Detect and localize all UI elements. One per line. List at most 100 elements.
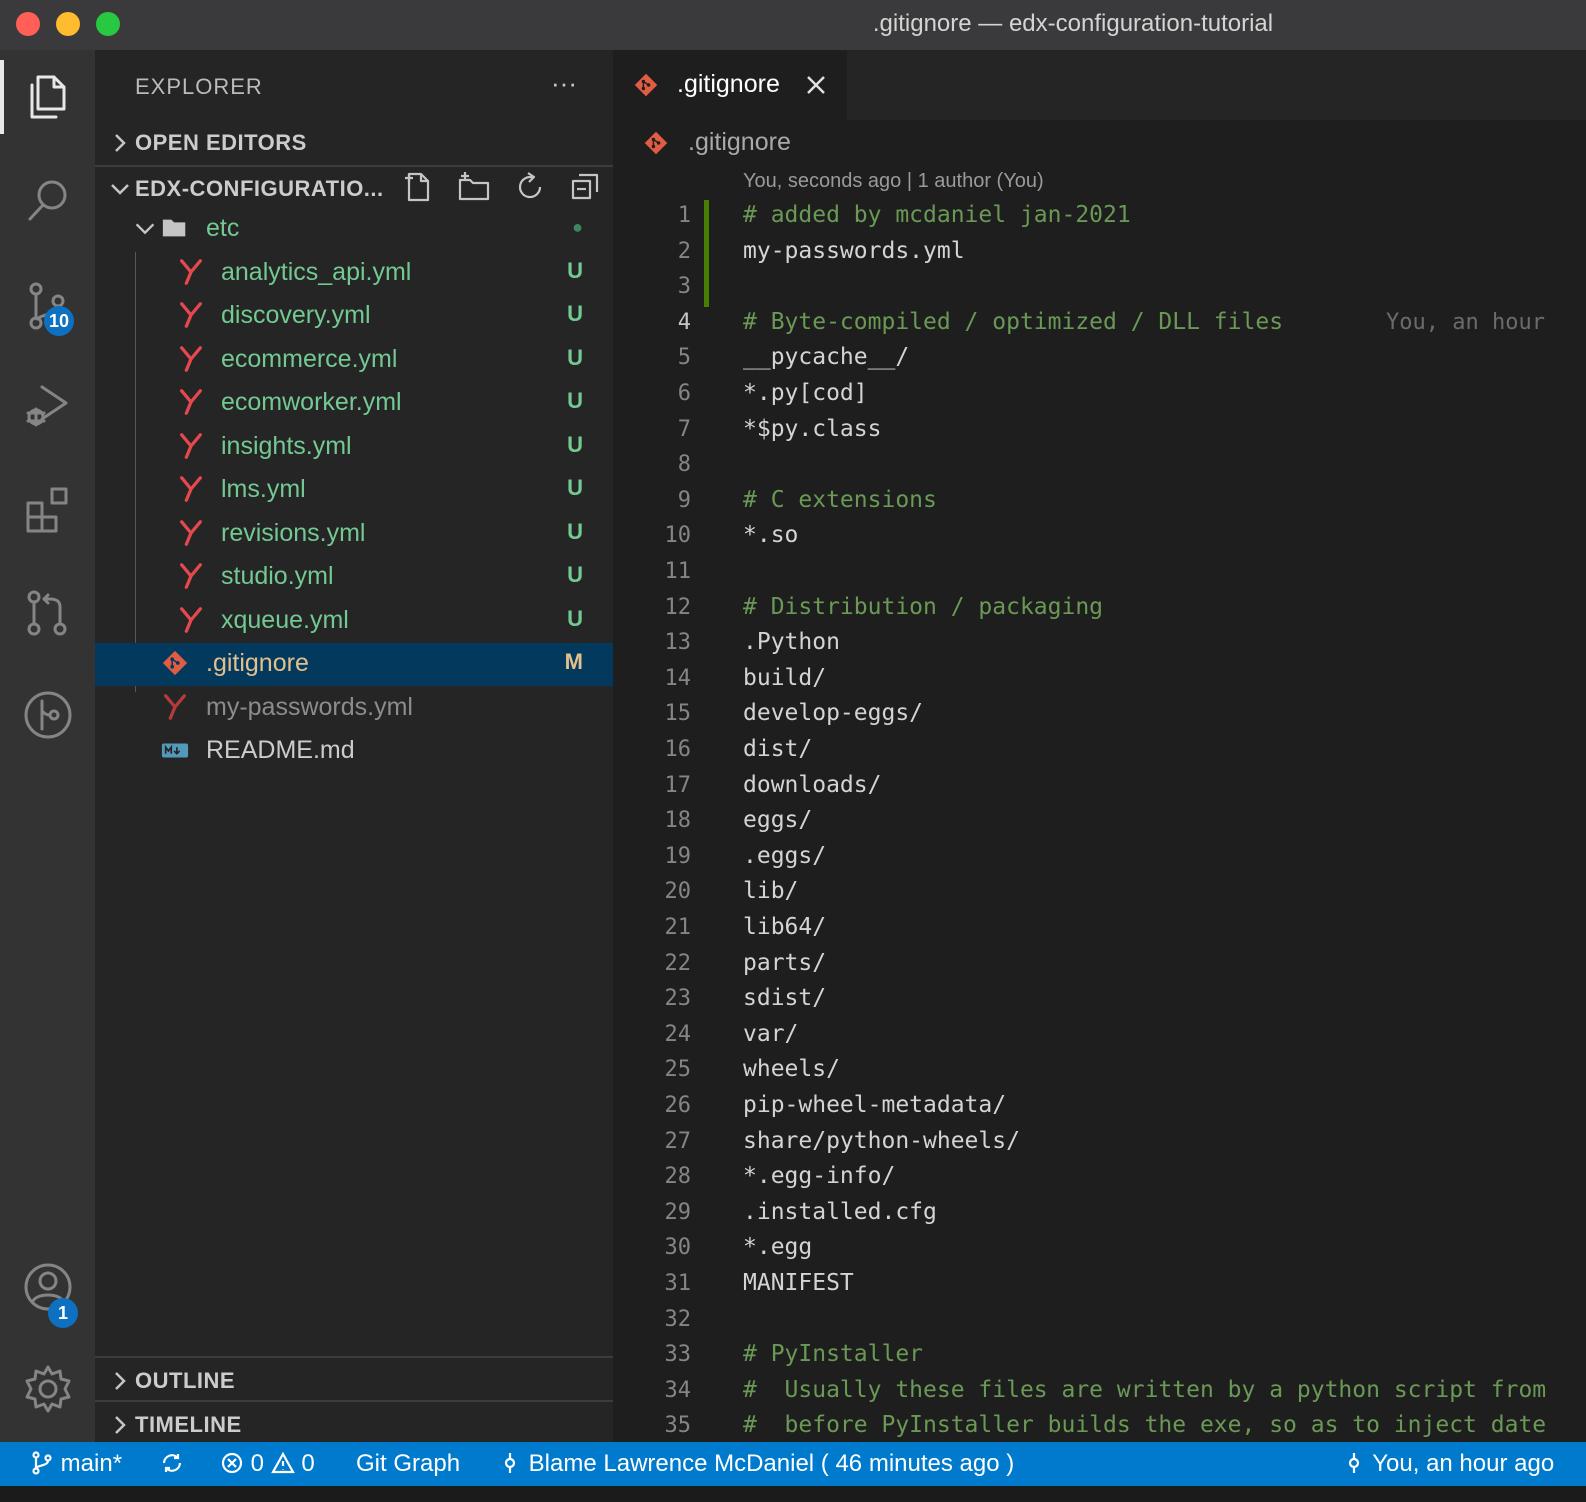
code-line[interactable]: 15 develop-eggs/: [613, 698, 1586, 734]
zoom-window-button[interactable]: [96, 12, 120, 36]
code-line[interactable]: 19 .eggs/: [613, 841, 1586, 877]
extensions-icon[interactable]: [0, 464, 95, 554]
code-line[interactable]: 21 lib64/: [613, 912, 1586, 948]
untracked-status: U: [567, 432, 583, 457]
run-debug-icon[interactable]: [0, 360, 95, 450]
tree-file-studio[interactable]: studio.yml U: [95, 556, 613, 599]
code-text: .Python: [743, 629, 840, 656]
tree-file-lms[interactable]: lms.yml U: [95, 469, 613, 512]
close-icon[interactable]: [803, 72, 829, 98]
code-line[interactable]: 11: [613, 556, 1586, 592]
code-text: sdist/: [743, 985, 827, 1012]
code-line[interactable]: 30 *.egg: [613, 1232, 1586, 1268]
chevron-right-icon: [107, 1368, 133, 1394]
code-line[interactable]: 27 share/python-wheels/: [613, 1126, 1586, 1162]
minimize-window-button[interactable]: [56, 12, 80, 36]
code-line[interactable]: 23 sdist/: [613, 983, 1586, 1019]
code-line[interactable]: 25 wheels/: [613, 1054, 1586, 1090]
branch-indicator[interactable]: main*: [30, 1442, 122, 1486]
code-line[interactable]: 2 my-passwords.yml: [613, 236, 1586, 272]
activity-bar: 10 1: [0, 50, 95, 1460]
code-line[interactable]: 5 __pycache__/: [613, 342, 1586, 378]
code-line[interactable]: 34 # Usually these files are written by a…: [613, 1375, 1586, 1411]
accounts-icon[interactable]: 1: [0, 1242, 95, 1332]
code-line[interactable]: 7 *$py.class: [613, 414, 1586, 450]
tree-file-xqueue[interactable]: xqueue.yml U: [95, 600, 613, 643]
outline-header[interactable]: OUTLINE: [95, 1360, 613, 1404]
code-line[interactable]: 10 *.so: [613, 520, 1586, 556]
refresh-icon[interactable]: [513, 170, 547, 204]
blame-indicator[interactable]: Blame Lawrence McDaniel ( 46 minutes ago…: [498, 1442, 1014, 1486]
tree-file-gitignore[interactable]: .gitignore M: [95, 643, 613, 686]
line-number: 27: [664, 1128, 692, 1154]
code-line[interactable]: 13 .Python: [613, 627, 1586, 663]
tree-file-my-passwords[interactable]: my-passwords.yml: [95, 687, 613, 730]
line-number: 4: [677, 309, 691, 335]
tree-file-analytics-api[interactable]: analytics_api.yml U: [95, 252, 613, 295]
code-text: share/python-wheels/: [743, 1127, 1020, 1154]
problems-indicator[interactable]: 0 0: [220, 1442, 315, 1486]
code-line[interactable]: 33 # PyInstaller: [613, 1339, 1586, 1375]
tree-item-label: ecomworker.yml: [221, 388, 402, 416]
code-line[interactable]: 31 MANIFEST: [613, 1268, 1586, 1304]
line-number: 9: [677, 487, 691, 513]
code-line[interactable]: 3: [613, 271, 1586, 307]
tree-folder-etc[interactable]: etc ●: [95, 208, 613, 251]
code-line[interactable]: 17 downloads/: [613, 770, 1586, 806]
code-line[interactable]: 32: [613, 1304, 1586, 1340]
tree-file-revisions[interactable]: revisions.yml U: [95, 513, 613, 556]
code-line[interactable]: 29 .installed.cfg: [613, 1197, 1586, 1233]
tree-file-discovery[interactable]: discovery.yml U: [95, 295, 613, 338]
code-editor[interactable]: 1 # added by mcdaniel jan-2021 2 my-passwor…: [613, 200, 1586, 1442]
window-title: .gitignore — edx-configuration-tutorial: [872, 10, 1274, 37]
tree-file-insights[interactable]: insights.yml U: [95, 426, 613, 469]
code-line[interactable]: 8: [613, 449, 1586, 485]
code-line[interactable]: 20 lib/: [613, 876, 1586, 912]
collapse-all-icon[interactable]: [569, 170, 603, 204]
close-window-button[interactable]: [16, 12, 40, 36]
tab-gitignore[interactable]: .gitignore: [613, 50, 847, 120]
tree-file-readme[interactable]: README.md: [95, 730, 613, 773]
pull-requests-icon[interactable]: [0, 568, 95, 658]
code-line[interactable]: 14 build/: [613, 663, 1586, 699]
search-icon[interactable]: [0, 156, 95, 246]
line-number: 22: [664, 950, 692, 976]
code-line[interactable]: 26 pip-wheel-metadata/: [613, 1090, 1586, 1126]
code-line[interactable]: 35 # before PyInstaller builds the exe, s…: [613, 1410, 1586, 1442]
tree-file-ecommerce[interactable]: ecommerce.yml U: [95, 339, 613, 382]
code-line[interactable]: 1 # added by mcdaniel jan-2021: [613, 200, 1586, 236]
source-control-icon[interactable]: 10: [0, 260, 95, 350]
code-line[interactable]: 18 eggs/: [613, 805, 1586, 841]
new-folder-icon[interactable]: [457, 170, 491, 204]
code-line[interactable]: 12 # Distribution / packaging: [613, 592, 1586, 628]
git-graph-icon[interactable]: [0, 670, 95, 760]
code-line[interactable]: 4 # Byte-compiled / optimized / DLL files…: [613, 307, 1586, 343]
line-number: 20: [664, 879, 692, 905]
code-line[interactable]: 16 dist/: [613, 734, 1586, 770]
yaml-icon: [177, 606, 207, 636]
codelens-authors[interactable]: You, seconds ago | 1 author (You): [743, 170, 1044, 193]
branch-label: main*: [60, 1450, 123, 1477]
code-line[interactable]: 9 # C extensions: [613, 485, 1586, 521]
code-line[interactable]: 24 var/: [613, 1019, 1586, 1055]
explorer-icon[interactable]: [0, 52, 95, 142]
code-text: # PyInstaller: [743, 1341, 924, 1368]
more-actions-icon[interactable]: ···: [551, 68, 577, 99]
code-text: wheels/: [743, 1056, 840, 1083]
code-line[interactable]: 6 *.py[cod]: [613, 378, 1586, 414]
yaml-icon: [177, 519, 207, 549]
line-blame-indicator[interactable]: You, an hour ago: [1342, 1442, 1554, 1486]
code-text: develop-eggs/: [743, 700, 924, 727]
git-graph-button[interactable]: Git Graph: [356, 1442, 460, 1486]
settings-gear-icon[interactable]: [0, 1344, 95, 1434]
code-line[interactable]: 28 *.egg-info/: [613, 1161, 1586, 1197]
line-number: 35: [664, 1413, 692, 1439]
tree-file-ecomworker[interactable]: ecomworker.yml U: [95, 382, 613, 425]
timeline-label: TIMELINE: [135, 1412, 242, 1437]
code-line[interactable]: 22 parts/: [613, 948, 1586, 984]
line-number: 2: [677, 238, 691, 264]
new-file-icon[interactable]: [401, 170, 435, 204]
open-editors-header[interactable]: OPEN EDITORS: [95, 122, 613, 166]
sync-icon[interactable]: [160, 1442, 184, 1486]
code-text: var/: [743, 1020, 799, 1047]
